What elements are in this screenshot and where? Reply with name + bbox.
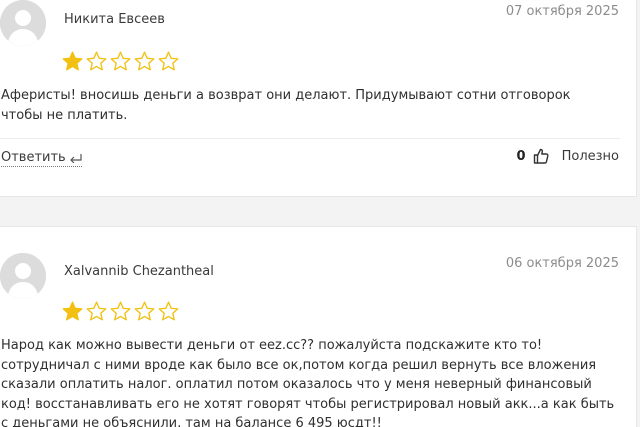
review-author: Xalvannib Chezantheal [64,264,214,279]
like-count: 0 [516,148,526,164]
review-author: Никита Евсеев [64,12,165,27]
helpful-block: 0 Полезно [517,148,619,164]
review-text: Народ как можно вывести деньги от eez.cc… [1,338,615,427]
star-empty-icon [86,301,107,322]
like-button[interactable] [533,148,549,164]
review-date: 07 октября 2025 [505,4,619,19]
star-filled-icon [62,301,83,322]
rating-stars [62,301,179,322]
avatar [0,0,46,46]
user-silhouette-icon [0,253,46,299]
star-empty-icon [134,51,155,72]
avatar [0,253,46,299]
star-empty-icon [134,301,155,322]
review-card: Xalvannib Chezantheal 06 октября 2025 На… [0,226,637,427]
helpful-label: Полезно [561,148,619,164]
star-empty-icon [158,51,179,72]
review-date: 06 октября 2025 [505,256,619,271]
reply-arrow-icon [69,154,82,163]
review-card: Никита Евсеев 07 октября 2025 Аферисты! … [0,0,637,197]
star-empty-icon [158,301,179,322]
user-silhouette-icon [0,0,46,46]
rating-stars [62,51,179,72]
review-text: Аферисты! вносишь деньги а возврат они д… [1,88,571,123]
star-empty-icon [110,301,131,322]
thumbs-up-icon [533,148,549,164]
reply-link[interactable]: Ответить [1,150,82,167]
reply-label: Ответить [1,150,66,165]
star-empty-icon [86,51,107,72]
review-list: Никита Евсеев 07 октября 2025 Аферисты! … [0,0,640,427]
star-filled-icon [62,51,83,72]
divider [0,138,620,139]
star-empty-icon [110,51,131,72]
